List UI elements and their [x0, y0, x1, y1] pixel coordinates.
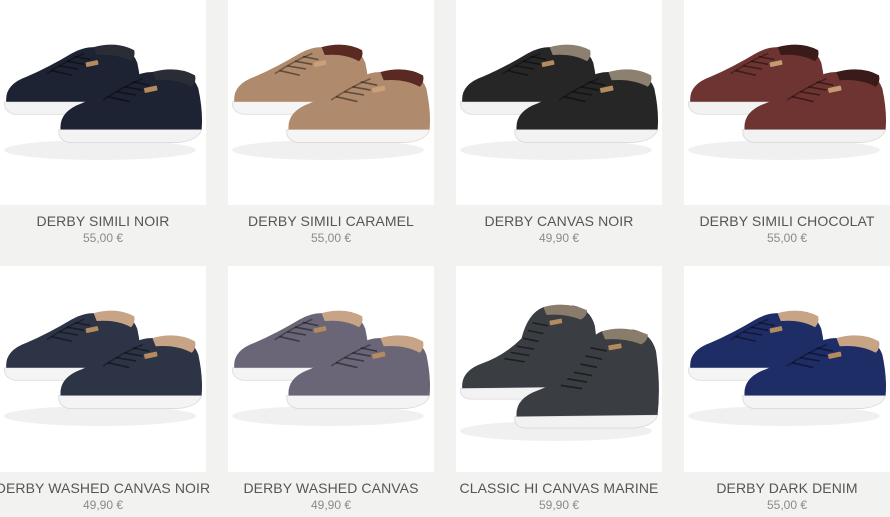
product-name[interactable]: DERBY SIMILI CHOCOLAT [664, 213, 890, 229]
sneaker-icon [460, 44, 659, 160]
product-price: 55,00 € [766, 498, 808, 512]
product-image[interactable] [0, 0, 206, 205]
product-price: 49,90 € [310, 498, 352, 512]
product-image[interactable] [684, 0, 890, 205]
product-image[interactable] [228, 0, 434, 205]
sneaker-icon [460, 304, 659, 441]
product-image[interactable] [228, 266, 434, 472]
sneaker-icon [4, 310, 203, 426]
sneaker-icon [4, 44, 203, 160]
product-name[interactable]: DERBY CANVAS NOIR [436, 213, 682, 229]
sneaker-icon [688, 310, 887, 426]
product-name[interactable]: DERBY DARK DENIM [664, 480, 890, 496]
product-image[interactable] [456, 0, 662, 205]
product-image[interactable] [456, 266, 662, 472]
product-price: 49,90 € [538, 231, 580, 245]
product-image[interactable] [684, 266, 890, 472]
sneaker-icon [688, 44, 887, 160]
product-image[interactable] [0, 266, 206, 472]
product-name[interactable]: DERBY WASHED CANVAS [208, 480, 454, 496]
product-price: 55,00 € [310, 231, 352, 245]
sneaker-icon [232, 44, 431, 160]
sneaker-icon [232, 310, 431, 426]
product-price: 55,00 € [766, 231, 808, 245]
product-price: 55,00 € [82, 231, 124, 245]
product-name[interactable]: CLASSIC HI CANVAS MARINE [436, 480, 682, 496]
product-price: 49,90 € [82, 498, 124, 512]
product-name[interactable]: DERBY SIMILI CARAMEL [208, 213, 454, 229]
product-name[interactable]: DERBY WASHED CANVAS NOIR [0, 480, 226, 496]
product-name[interactable]: DERBY SIMILI NOIR [0, 213, 226, 229]
product-price: 59,90 € [538, 498, 580, 512]
